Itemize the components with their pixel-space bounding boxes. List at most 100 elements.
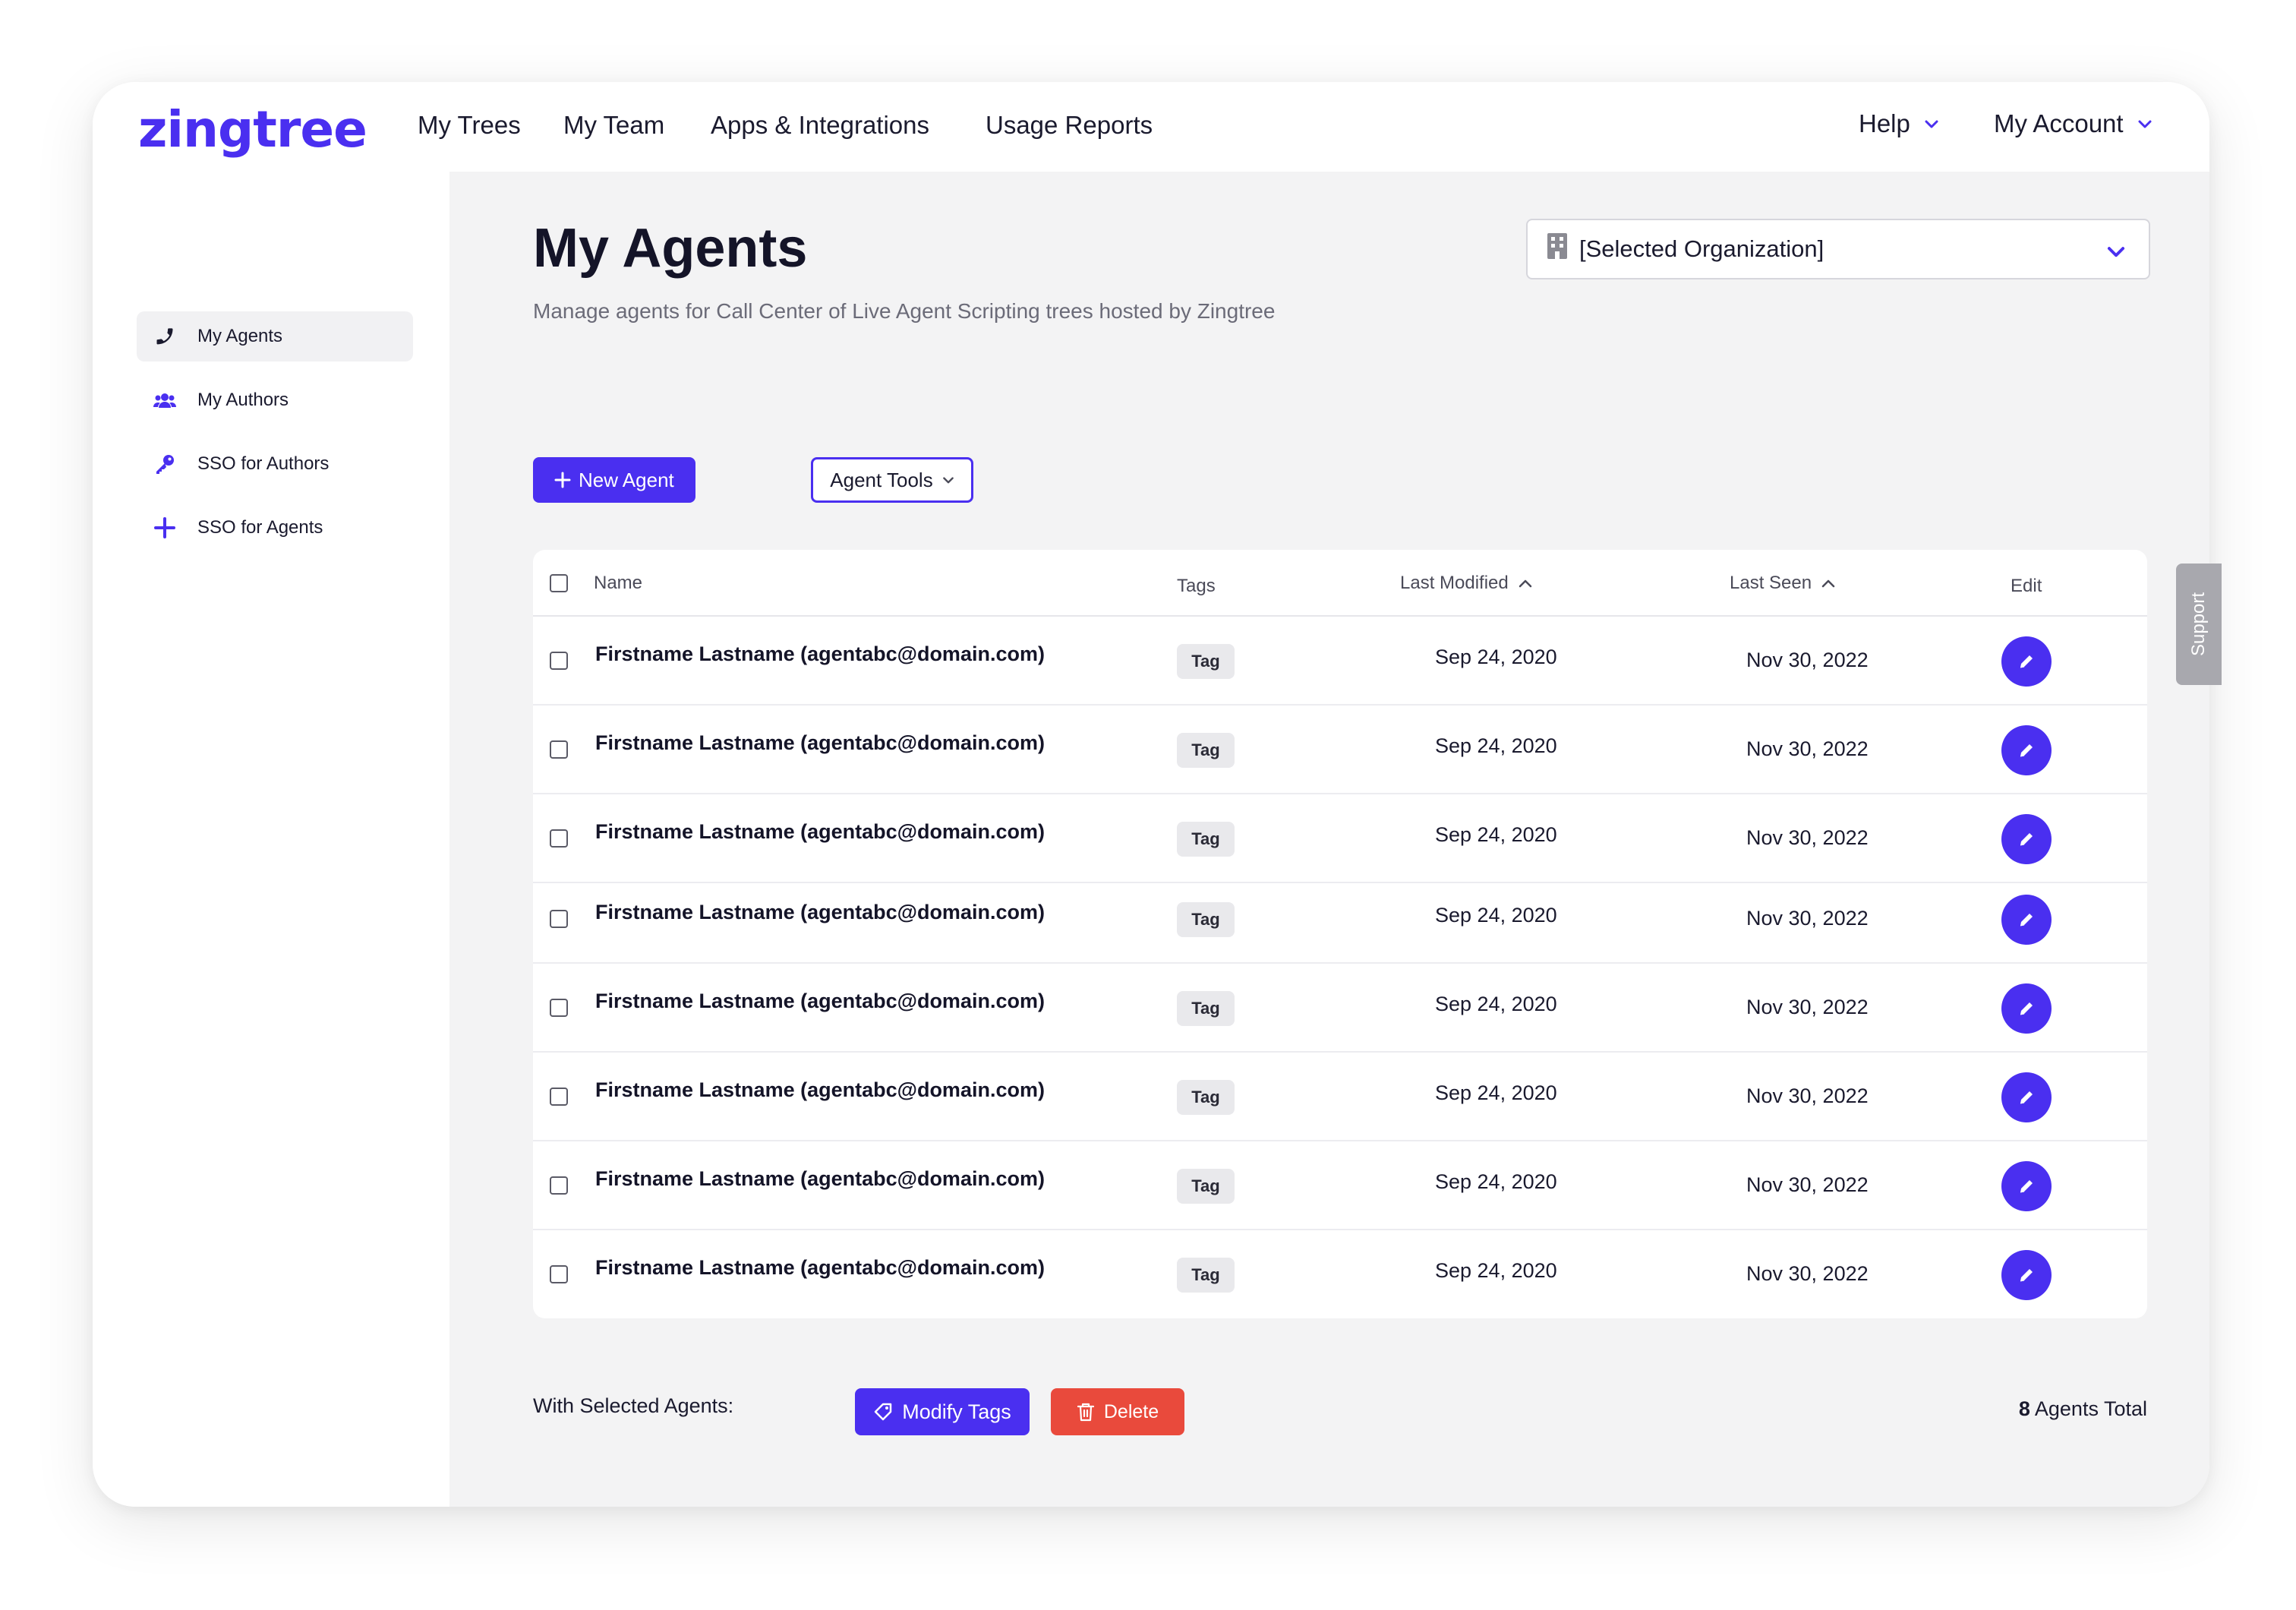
- edit-button[interactable]: [2001, 983, 2052, 1034]
- row-checkbox[interactable]: [550, 999, 568, 1017]
- sidebar-item-label: SSO for Authors: [197, 453, 330, 474]
- row-checkbox[interactable]: [550, 740, 568, 759]
- edit-button[interactable]: [2001, 1161, 2052, 1211]
- edit-button[interactable]: [2001, 1250, 2052, 1300]
- trash-icon: [1077, 1403, 1094, 1422]
- users-icon: [153, 389, 176, 412]
- last-modified-date: Sep 24, 2020: [1435, 823, 1557, 846]
- header-edit: Edit: [2011, 576, 2042, 596]
- agents-total-count: 8: [2018, 1397, 2030, 1420]
- account-label: My Account: [1994, 109, 2124, 137]
- header-last-seen[interactable]: Last Seen: [1730, 573, 1836, 594]
- account-menu[interactable]: My Account: [1994, 109, 2152, 138]
- main-content: My Agents Manage agents for Call Center …: [449, 172, 2209, 1507]
- table-row: Firstname Lastname (agentabc@domain.com)…: [533, 706, 2147, 794]
- table-row: Firstname Lastname (agentabc@domain.com)…: [533, 964, 2147, 1053]
- table-row: Firstname Lastname (agentabc@domain.com)…: [533, 875, 2147, 964]
- support-label: Support: [2188, 592, 2209, 657]
- edit-button[interactable]: [2001, 895, 2052, 945]
- tag-badge: Tag: [1177, 902, 1235, 937]
- building-icon: [1546, 232, 1569, 267]
- agents-table: Name Tags Last Modified Last Seen Edit F…: [533, 550, 2147, 1318]
- table-row: Firstname Lastname (agentabc@domain.com)…: [533, 1141, 2147, 1230]
- row-checkbox[interactable]: [550, 652, 568, 670]
- nav-my-team[interactable]: My Team: [563, 111, 664, 140]
- tag-badge: Tag: [1177, 1169, 1235, 1204]
- agent-tools-button[interactable]: Agent Tools: [811, 457, 973, 503]
- tag-badge: Tag: [1177, 991, 1235, 1026]
- last-seen-date: Nov 30, 2022: [1746, 907, 1869, 930]
- agent-tools-label: Agent Tools: [830, 468, 933, 491]
- table-header: Name Tags Last Modified Last Seen Edit: [533, 550, 2147, 617]
- new-agent-button[interactable]: New Agent: [533, 457, 695, 503]
- organization-select-value: [Selected Organization]: [1579, 235, 1824, 262]
- tag-badge: Tag: [1177, 1258, 1235, 1293]
- plus-icon: [554, 472, 571, 488]
- sidebar-item-sso-agents[interactable]: SSO for Agents: [137, 503, 413, 553]
- header-last-modified[interactable]: Last Modified: [1400, 573, 1533, 594]
- row-checkbox[interactable]: [550, 1176, 568, 1195]
- pencil-icon: [2020, 744, 2033, 757]
- last-modified-date: Sep 24, 2020: [1435, 904, 1557, 927]
- delete-button[interactable]: Delete: [1051, 1388, 1184, 1435]
- sidebar-item-my-agents[interactable]: My Agents: [137, 311, 413, 361]
- agents-total-label: Agents Total: [2034, 1397, 2147, 1420]
- tag-icon: [874, 1403, 892, 1421]
- modify-tags-button[interactable]: Modify Tags: [855, 1388, 1030, 1435]
- sidebar-item-label: My Authors: [197, 390, 289, 410]
- table-row: Firstname Lastname (agentabc@domain.com)…: [533, 1053, 2147, 1141]
- agent-name: Firstname Lastname (agentabc@domain.com): [595, 1078, 1045, 1101]
- select-all-checkbox[interactable]: [550, 574, 568, 592]
- row-checkbox[interactable]: [550, 829, 568, 848]
- header-name[interactable]: Name: [594, 573, 642, 594]
- nav-usage-reports[interactable]: Usage Reports: [986, 111, 1153, 140]
- help-menu[interactable]: Help: [1859, 109, 1939, 138]
- with-selected-label: With Selected Agents:: [533, 1394, 734, 1417]
- edit-button[interactable]: [2001, 1072, 2052, 1122]
- page-subtitle: Manage agents for Call Center of Live Ag…: [533, 299, 1276, 323]
- header-tags: Tags: [1177, 576, 1216, 596]
- edit-button[interactable]: [2001, 814, 2052, 864]
- last-modified-date: Sep 24, 2020: [1435, 1259, 1557, 1282]
- sort-up-icon: [1821, 579, 1835, 588]
- agent-name: Firstname Lastname (agentabc@domain.com): [595, 990, 1045, 1012]
- support-tab[interactable]: Support: [2176, 564, 2222, 685]
- tag-badge: Tag: [1177, 644, 1235, 679]
- agent-name: Firstname Lastname (agentabc@domain.com): [595, 642, 1045, 665]
- last-seen-date: Nov 30, 2022: [1746, 737, 1869, 760]
- last-modified-date: Sep 24, 2020: [1435, 734, 1557, 757]
- sidebar-item-label: SSO for Agents: [197, 517, 323, 538]
- pencil-icon: [2020, 1002, 2033, 1015]
- pencil-icon: [2020, 1269, 2033, 1282]
- tag-badge: Tag: [1177, 822, 1235, 857]
- page-title: My Agents: [533, 218, 808, 279]
- agents-total: 8 Agents Total: [2019, 1397, 2147, 1421]
- last-seen-date: Nov 30, 2022: [1746, 1173, 1869, 1196]
- delete-label: Delete: [1103, 1400, 1159, 1422]
- last-modified-date: Sep 24, 2020: [1435, 646, 1557, 668]
- zingtree-logo[interactable]: zingtree: [138, 100, 367, 159]
- edit-button[interactable]: [2001, 636, 2052, 687]
- last-seen-date: Nov 30, 2022: [1746, 826, 1869, 849]
- chevron-down-icon: [942, 477, 954, 484]
- row-checkbox[interactable]: [550, 910, 568, 928]
- pencil-icon: [2020, 833, 2033, 846]
- nav-my-trees[interactable]: My Trees: [418, 111, 521, 140]
- edit-button[interactable]: [2001, 725, 2052, 775]
- chevron-down-icon: [2138, 120, 2152, 128]
- nav-apps-integrations[interactable]: Apps & Integrations: [711, 111, 929, 140]
- chevron-down-icon: [1925, 120, 1938, 128]
- agent-name: Firstname Lastname (agentabc@domain.com): [595, 820, 1045, 843]
- help-label: Help: [1859, 109, 1910, 137]
- sidebar-item-my-authors[interactable]: My Authors: [137, 375, 413, 425]
- row-checkbox[interactable]: [550, 1088, 568, 1106]
- phone-icon: [153, 325, 176, 348]
- last-seen-date: Nov 30, 2022: [1746, 996, 1869, 1018]
- sidebar-item-sso-authors[interactable]: SSO for Authors: [137, 439, 413, 489]
- sidebar-item-label: My Agents: [197, 326, 283, 346]
- sidebar: My Agents My Authors SSO for Authors SSO…: [93, 172, 449, 1507]
- pencil-icon: [2020, 914, 2033, 927]
- row-checkbox[interactable]: [550, 1265, 568, 1283]
- organization-select[interactable]: [Selected Organization]: [1526, 219, 2150, 279]
- last-seen-date: Nov 30, 2022: [1746, 1084, 1869, 1107]
